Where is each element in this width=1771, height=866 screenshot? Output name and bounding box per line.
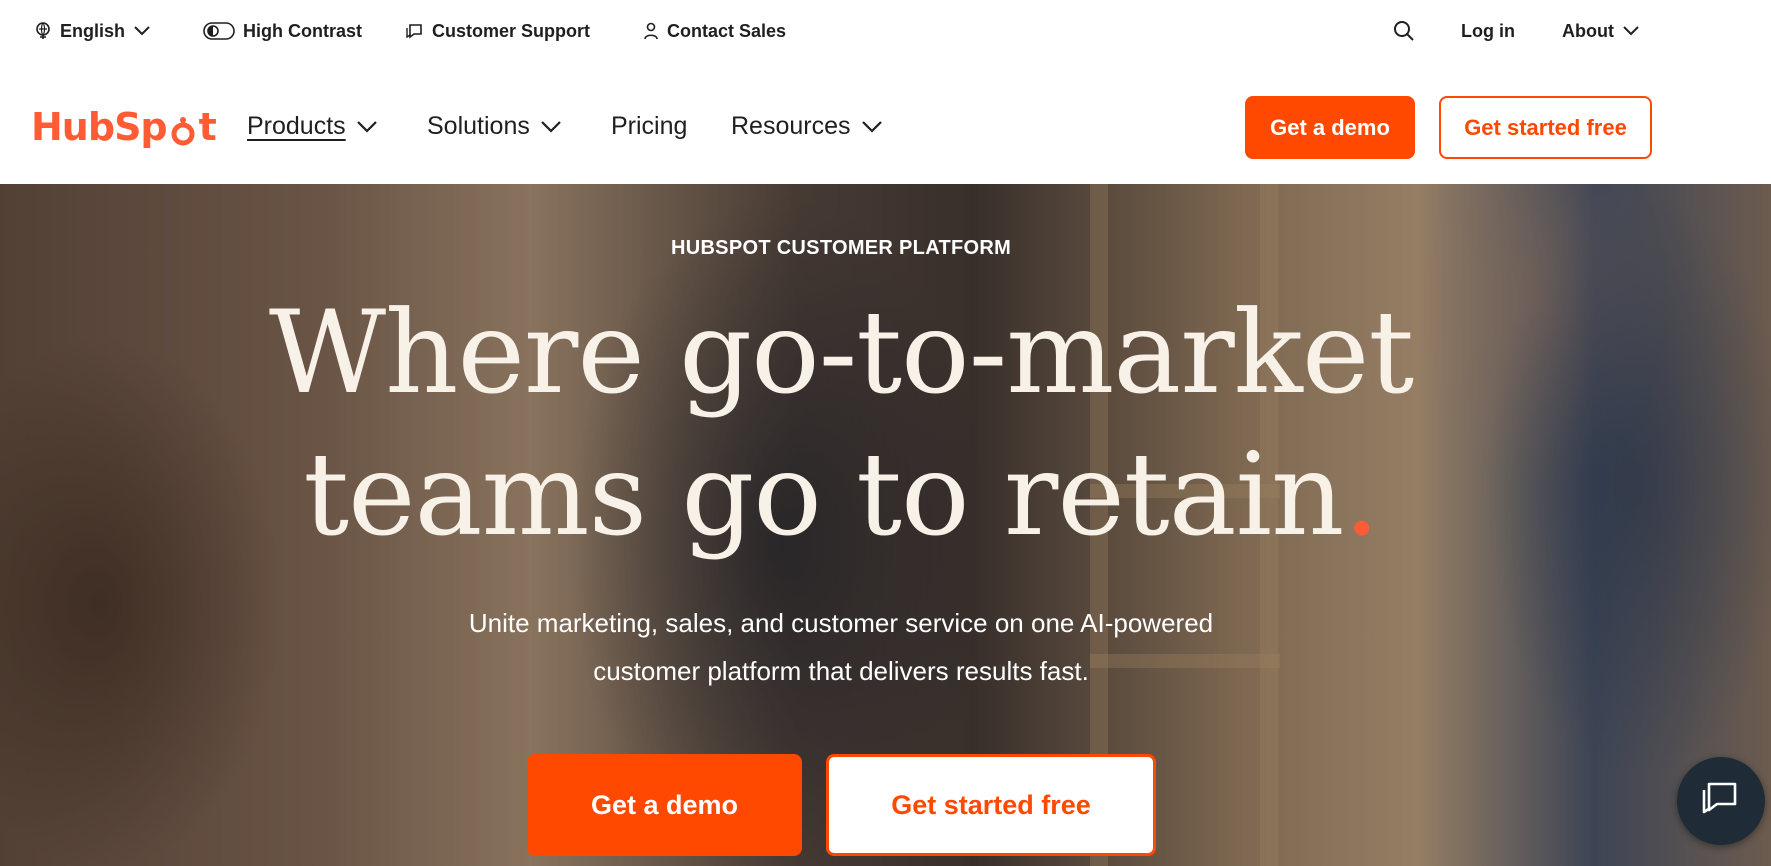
nav-resources[interactable]: Resources bbox=[731, 112, 883, 141]
about-label: About bbox=[1562, 20, 1614, 41]
hero-subtitle-line1: Unite marketing, sales, and customer ser… bbox=[468, 608, 1214, 638]
nav-solutions-label: Solutions bbox=[427, 112, 530, 140]
sprocket-icon bbox=[168, 112, 198, 146]
chevron-down-icon bbox=[1622, 25, 1640, 37]
nav-solutions[interactable]: Solutions bbox=[427, 112, 562, 141]
hero-subtitle-line2: customer platform that delivers results … bbox=[593, 656, 1089, 686]
language-label: English bbox=[60, 20, 126, 41]
chat-launcher-icon bbox=[1701, 780, 1741, 823]
search-button[interactable] bbox=[1393, 19, 1415, 43]
logo-text-suffix: t bbox=[198, 105, 217, 149]
get-started-free-button[interactable]: Get started free bbox=[1439, 96, 1652, 159]
hero-headline-line1: Where go-to-market bbox=[268, 286, 1414, 419]
high-contrast-label: High Contrast bbox=[243, 20, 362, 41]
get-demo-button[interactable]: Get a demo bbox=[1245, 96, 1415, 159]
contact-sales-label: Contact Sales bbox=[667, 20, 787, 41]
person-icon bbox=[643, 22, 659, 40]
chevron-down-icon bbox=[133, 25, 151, 37]
nav-pricing-label: Pricing bbox=[611, 112, 688, 140]
main-nav: Hub Sp t Products Solutions Pricing Resour… bbox=[0, 62, 1771, 184]
chevron-down-icon bbox=[540, 112, 562, 141]
chevron-down-icon bbox=[861, 112, 883, 141]
contrast-toggle-icon bbox=[203, 21, 235, 41]
nav-products-label: Products bbox=[247, 112, 346, 140]
login-link[interactable]: Log in bbox=[1461, 19, 1515, 43]
hubspot-logo[interactable]: Hub Sp t bbox=[31, 102, 217, 152]
customer-support-label: Customer Support bbox=[432, 20, 591, 41]
utility-bar: English High Contrast Customer Support C… bbox=[0, 0, 1771, 62]
hero-headline: Where go-to-market teams go to retain. bbox=[0, 282, 1682, 566]
about-menu[interactable]: About bbox=[1562, 19, 1640, 43]
nav-products[interactable]: Products bbox=[247, 112, 378, 141]
contact-sales-link[interactable]: Contact Sales bbox=[643, 19, 786, 43]
chat-launcher-button[interactable] bbox=[1677, 757, 1765, 845]
login-label: Log in bbox=[1461, 20, 1515, 41]
hero-get-demo-button[interactable]: Get a demo bbox=[527, 754, 802, 856]
search-icon bbox=[1393, 20, 1415, 42]
hero-eyebrow: HUBSPOT CUSTOMER PLATFORM bbox=[670, 237, 1012, 259]
chevron-down-icon bbox=[356, 112, 378, 141]
nav-pricing[interactable]: Pricing bbox=[611, 112, 687, 141]
hero-section: HUBSPOT CUSTOMER PLATFORM Where go-to-ma… bbox=[0, 184, 1771, 866]
chat-bubble-icon bbox=[406, 22, 424, 40]
globe-icon bbox=[34, 21, 52, 41]
customer-support-link[interactable]: Customer Support bbox=[406, 19, 590, 43]
hero-subtitle: Unite marketing, sales, and customer ser… bbox=[0, 599, 1682, 695]
language-selector[interactable]: English bbox=[34, 19, 151, 43]
high-contrast-toggle[interactable]: High Contrast bbox=[203, 19, 362, 43]
nav-resources-label: Resources bbox=[731, 112, 851, 140]
logo-text-middle: Sp bbox=[114, 105, 168, 149]
logo-text-prefix: Hub bbox=[31, 105, 115, 149]
hero-get-started-free-button[interactable]: Get started free bbox=[826, 754, 1156, 856]
hero-headline-dot: . bbox=[1343, 428, 1379, 561]
hero-headline-line2: teams go to retain bbox=[303, 428, 1344, 561]
